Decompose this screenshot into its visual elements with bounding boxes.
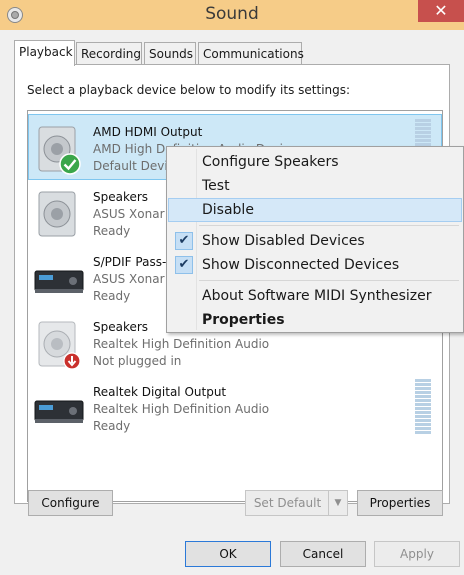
default-check-icon: [59, 153, 81, 175]
menu-separator: [199, 225, 459, 226]
cancel-button[interactable]: Cancel: [280, 541, 366, 567]
device-description: Realtek High Definition Audio: [93, 402, 270, 416]
menu-item-label: Show Disabled Devices: [202, 233, 365, 249]
menu-item-show-disconnected-devices[interactable]: ✔ Show Disconnected Devices: [169, 254, 461, 276]
digital-output-icon: [34, 270, 84, 293]
set-default-button[interactable]: Set Default ▼: [245, 490, 348, 516]
title-bar[interactable]: Sound ✕: [0, 0, 464, 30]
menu-separator: [199, 280, 459, 281]
checkmark-icon: ✔: [175, 256, 193, 274]
volume-meter: [415, 379, 431, 435]
unplugged-icon: [63, 352, 81, 370]
device-status: Ready: [93, 224, 131, 238]
ok-button[interactable]: OK: [185, 541, 271, 567]
menu-item-show-disabled-devices[interactable]: ✔ Show Disabled Devices: [169, 230, 461, 252]
checkmark-icon: ✔: [175, 232, 193, 250]
window-title: Sound: [205, 4, 259, 24]
close-button[interactable]: ✕: [418, 0, 464, 22]
digital-output-icon: [34, 400, 84, 423]
menu-item-label: Disable: [202, 202, 254, 218]
instructions-text: Select a playback device below to modify…: [27, 83, 351, 97]
device-description: Realtek High Definition Audio: [93, 337, 270, 351]
set-default-label: Set Default: [253, 496, 322, 510]
speaker-icon: [38, 191, 76, 237]
tab-communications[interactable]: Communications: [198, 42, 304, 64]
properties-button[interactable]: Properties: [357, 490, 443, 516]
device-status: Not plugged in: [93, 354, 182, 368]
device-realtek-digital-output[interactable]: Realtek Digital Output Realtek High Defi…: [29, 375, 441, 439]
device-name: Speakers: [93, 190, 149, 204]
dropdown-arrow-icon[interactable]: ▼: [328, 491, 347, 515]
device-name: AMD HDMI Output: [93, 125, 203, 139]
device-status: Ready: [93, 419, 131, 433]
menu-item-label: About Software MIDI Synthesizer: [202, 288, 432, 304]
menu-item-label: Properties: [202, 312, 285, 328]
tab-recording[interactable]: Recording: [76, 42, 142, 64]
apply-button[interactable]: Apply: [374, 541, 460, 567]
tab-playback[interactable]: Playback: [14, 40, 75, 66]
menu-item-label: Show Disconnected Devices: [202, 257, 400, 273]
menu-item-properties[interactable]: Properties: [169, 309, 461, 331]
menu-item-label: Test: [202, 178, 230, 194]
menu-item-label: Configure Speakers: [202, 154, 339, 170]
device-name: Speakers: [93, 320, 149, 334]
menu-item-test[interactable]: Test: [169, 175, 461, 197]
configure-button[interactable]: Configure: [28, 490, 113, 516]
context-menu: Configure Speakers Test Disable ✔ Show D…: [166, 146, 464, 333]
menu-item-disable[interactable]: Disable: [168, 198, 462, 222]
menu-item-configure-speakers[interactable]: Configure Speakers: [169, 151, 461, 173]
menu-item-about-midi-synthesizer[interactable]: About Software MIDI Synthesizer: [169, 285, 461, 307]
device-name: Realtek Digital Output: [93, 385, 227, 399]
device-status: Ready: [93, 289, 131, 303]
tab-sounds[interactable]: Sounds: [144, 42, 196, 64]
